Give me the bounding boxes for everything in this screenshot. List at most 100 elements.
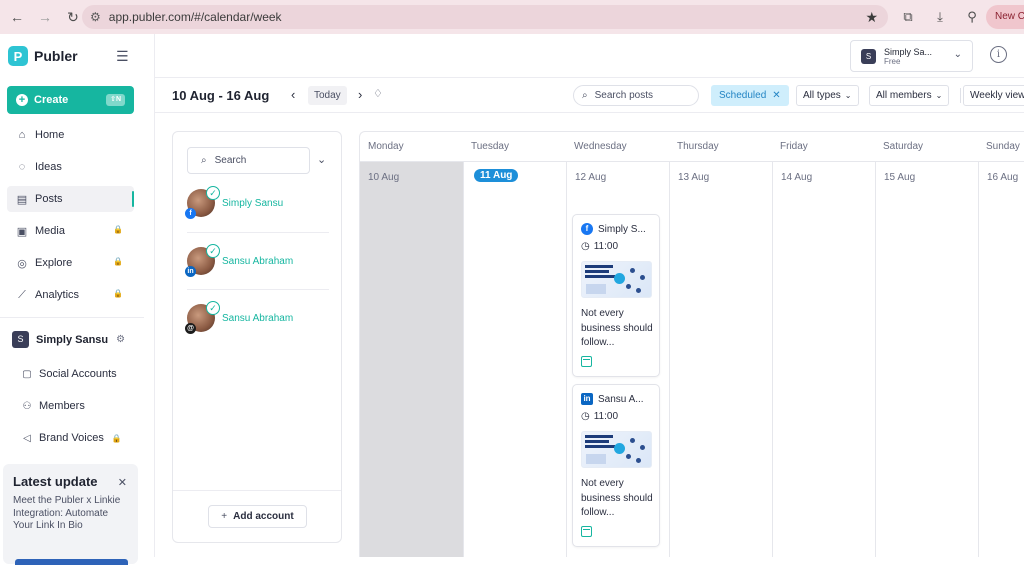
linkedin-icon: in — [581, 393, 593, 405]
day-cell-thursday[interactable]: 13 Aug — [669, 162, 772, 557]
day-header-saturday: Saturday — [875, 132, 978, 162]
sidebar-item-media[interactable]: ▣ Media 🔒 — [7, 218, 134, 244]
date-range-title: 10 Aug - 16 Aug — [172, 88, 270, 103]
view-filter-label: Weekly view — [970, 90, 1024, 101]
forward-arrow-icon[interactable]: → — [34, 6, 56, 28]
sidebar-item-ideas[interactable]: ◌ Ideas — [7, 154, 134, 180]
account-item[interactable]: ✓ f Simply Sansu — [185, 175, 329, 231]
day-cell-sunday[interactable]: 16 Aug — [978, 162, 1024, 557]
clock-icon: ◷ — [581, 411, 590, 422]
toolbar-divider — [960, 88, 961, 103]
collapse-sidebar-icon[interactable]: ☰ — [116, 48, 129, 65]
reload-icon[interactable]: ↻ — [62, 6, 84, 28]
close-icon[interactable]: ✕ — [118, 476, 127, 489]
update-action-button[interactable] — [15, 559, 128, 565]
back-arrow-icon[interactable]: ← — [6, 6, 28, 28]
scheduled-filter-chip[interactable]: Scheduled ✕ — [711, 85, 789, 106]
sidebar-item-social-accounts[interactable]: ▢ Social Accounts — [21, 364, 117, 384]
post-card[interactable]: in Sansu A... ◷ 11:00 Not every business… — [572, 384, 660, 547]
gear-icon[interactable]: ⚙ — [116, 334, 125, 345]
calendar-icon — [581, 356, 592, 367]
workspace-header[interactable]: S Simply Sansu ⚙ — [12, 331, 125, 348]
lock-icon: 🔒 — [113, 225, 123, 234]
address-bar[interactable]: ⚙ app.publer.com/#/calendar/week ★ — [82, 5, 888, 29]
sidebar-item-analytics[interactable]: ⟋ Analytics 🔒 — [7, 282, 134, 308]
sidebar-item-label: Analytics — [35, 289, 80, 301]
sidebar-item-members[interactable]: ⚇ Members — [21, 396, 85, 416]
post-time-value: 11:00 — [593, 411, 619, 422]
sidebar-item-label: Explore — [35, 257, 73, 269]
brand[interactable]: P Publer — [8, 46, 78, 66]
workspace-selector[interactable]: S Simply Sa... Free ⌄ — [850, 40, 973, 72]
brand-name: Publer — [34, 48, 78, 64]
create-button[interactable]: + Create ⇧N — [7, 86, 134, 114]
lightbulb-icon[interactable]: ♢ — [373, 87, 383, 100]
publer-logo-icon: P — [8, 46, 28, 66]
sidebar-item-label: Brand Voices — [39, 432, 104, 444]
sidebar-item-label: Members — [39, 400, 85, 412]
search-posts-input[interactable]: ⌕ Search posts — [573, 85, 699, 106]
sidebar-item-label: Media — [35, 225, 65, 237]
close-icon[interactable]: ✕ — [772, 90, 780, 101]
members-filter[interactable]: All members ⌄ — [869, 85, 950, 106]
download-icon[interactable]: ⤓ — [928, 5, 952, 29]
sidebar-item-brand-voices[interactable]: ◁ Brand Voices 🔒 — [21, 428, 122, 448]
shortcut-badge: ⇧N — [106, 94, 125, 106]
post-account: f Simply S... — [581, 223, 646, 235]
today-button[interactable]: Today — [308, 86, 347, 105]
sidebar-item-label: Ideas — [35, 161, 62, 173]
post-thumbnail — [581, 431, 652, 468]
bookmark-star-icon[interactable]: ★ — [865, 9, 878, 26]
post-time: ◷ 11:00 — [581, 241, 618, 252]
day-cell-monday[interactable]: 10 Aug — [360, 162, 463, 557]
plus-icon: + — [221, 511, 228, 522]
accounts-panel: ⌕ Search ⌄ ✓ f Simply Sansu ✓ in Sansu A… — [172, 131, 342, 543]
facebook-icon: f — [581, 223, 593, 235]
day-header-monday: Monday — [360, 132, 463, 162]
new-chrome-button[interactable]: New Ch — [986, 5, 1024, 29]
lightbulb-icon: ◌ — [18, 161, 26, 173]
account-item[interactable]: ✓ in Sansu Abraham — [185, 233, 329, 289]
site-settings-icon[interactable]: ⚙ — [90, 10, 101, 24]
day-cell-saturday[interactable]: 15 Aug — [875, 162, 978, 557]
post-time-value: 11:00 — [593, 241, 619, 252]
chevron-down-icon[interactable]: ⌄ — [317, 153, 326, 166]
day-cell-tuesday[interactable]: 11 Aug — [463, 162, 566, 557]
search-icon: ⌕ — [201, 155, 207, 166]
profile-icon[interactable]: ⚲ — [960, 5, 984, 29]
post-account: in Sansu A... — [581, 393, 644, 405]
post-time: ◷ 11:00 — [581, 411, 618, 422]
sidebar-item-explore[interactable]: ◎ Explore 🔒 — [7, 250, 134, 276]
chevron-left-icon[interactable]: ‹ — [291, 87, 295, 102]
account-name: Sansu Abraham — [222, 255, 294, 267]
info-icon[interactable]: i — [990, 46, 1007, 63]
add-account-button[interactable]: + Add account — [208, 505, 307, 528]
workspace-selector-name: Simply Sa... — [884, 46, 933, 57]
lock-icon: 🔒 — [113, 257, 123, 266]
sidebar-item-posts[interactable]: ▤ Posts — [7, 186, 134, 212]
extensions-icon[interactable]: ⧉ — [896, 5, 920, 29]
view-filter[interactable]: Weekly view — [963, 85, 1024, 106]
chevron-down-icon: ⌄ — [953, 49, 962, 60]
post-text: Not every business should follow... — [581, 308, 653, 348]
sidebar: P Publer ☰ + Create ⇧N ⌂ Home ◌ Ideas ▤ … — [0, 34, 155, 565]
workspace-selector-plan: Free — [884, 56, 901, 66]
types-filter[interactable]: All types ⌄ — [796, 85, 859, 106]
types-filter-label: All types — [803, 90, 841, 101]
day-header-tuesday: Tuesday — [463, 132, 566, 162]
post-card[interactable]: f Simply S... ◷ 11:00 Not every business… — [572, 214, 660, 377]
post-account-name: Simply S... — [598, 223, 646, 235]
calendar-icon: ▤ — [16, 193, 28, 206]
threads-icon: @ — [185, 323, 196, 334]
chevron-right-icon[interactable]: › — [358, 87, 362, 102]
day-cell-friday[interactable]: 14 Aug — [772, 162, 875, 557]
sidebar-item-label: Social Accounts — [39, 368, 117, 380]
members-filter-label: All members — [876, 90, 932, 101]
account-item[interactable]: ✓ @ Sansu Abraham — [185, 290, 329, 346]
latest-update-card: Latest update ✕ Meet the Publer x Linkie… — [3, 464, 138, 565]
day-cell-wednesday[interactable]: 12 Aug f Simply S... ◷ 11:00 Not every b… — [566, 162, 669, 557]
sidebar-item-home[interactable]: ⌂ Home — [7, 122, 134, 148]
accounts-footer-divider — [173, 490, 341, 491]
accounts-search-input[interactable]: ⌕ Search — [187, 147, 310, 174]
check-icon: ✓ — [206, 244, 220, 258]
